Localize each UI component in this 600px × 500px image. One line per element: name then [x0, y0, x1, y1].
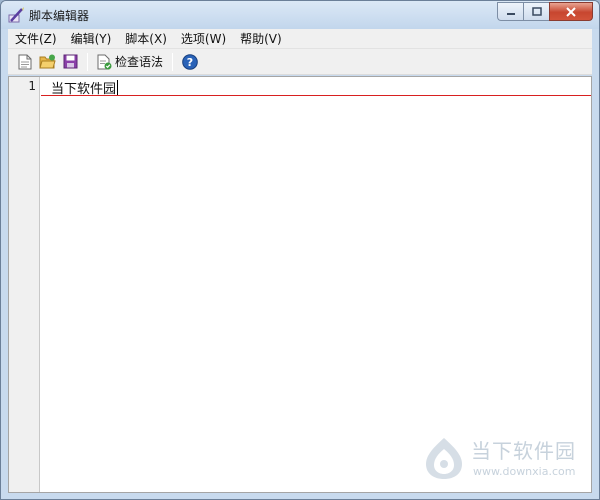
title-bar[interactable]: 脚本编辑器 — [1, 1, 599, 29]
text-caret — [117, 80, 119, 95]
menu-help[interactable]: 帮助(V) — [233, 29, 289, 49]
script-editor[interactable]: 1 当下软件园 — [8, 76, 592, 493]
menu-edit[interactable]: 编辑(Y) — [64, 29, 119, 49]
new-file-icon — [18, 54, 31, 69]
minimize-button[interactable] — [497, 2, 523, 21]
watermark-url: www.downxia.com — [473, 465, 576, 478]
caption-buttons — [497, 2, 593, 21]
code-text-content: 当下软件园 — [51, 82, 117, 97]
menu-script[interactable]: 脚本(X) — [118, 29, 174, 49]
app-pen-icon — [8, 7, 24, 23]
check-syntax-icon — [97, 54, 112, 69]
help-icon: ? — [181, 53, 198, 70]
svg-text:?: ? — [186, 56, 192, 69]
help-button[interactable]: ? — [178, 51, 201, 73]
current-line[interactable]: 当下软件园 — [41, 77, 591, 97]
check-syntax-label: 检查语法 — [115, 55, 164, 69]
menu-file[interactable]: 文件(Z) — [8, 29, 64, 49]
open-file-button[interactable] — [36, 51, 59, 73]
close-icon — [566, 6, 576, 17]
line-number-gutter: 1 — [9, 77, 40, 492]
menu-bar: 文件(Z) 编辑(Y) 脚本(X) 选项(W) 帮助(V) — [8, 29, 592, 49]
open-folder-icon — [39, 54, 56, 69]
watermark-title: 当下软件园 — [471, 439, 576, 463]
save-button[interactable] — [59, 51, 82, 73]
watermark: 当下软件园 www.downxia.com — [421, 433, 596, 485]
line-number: 1 — [28, 79, 36, 93]
maximize-icon — [531, 7, 542, 16]
code-text: 当下软件园 — [51, 78, 119, 97]
window-title: 脚本编辑器 — [29, 9, 90, 23]
minimize-icon — [506, 12, 515, 15]
toolbar: 检查语法 ? — [8, 49, 592, 75]
close-button[interactable] — [549, 2, 593, 21]
toolbar-separator — [172, 52, 174, 71]
save-icon — [63, 54, 78, 69]
watermark-logo-icon — [426, 438, 462, 479]
menu-options[interactable]: 选项(W) — [174, 29, 233, 49]
maximize-button[interactable] — [523, 2, 549, 21]
new-file-button[interactable] — [13, 51, 36, 73]
check-syntax-button[interactable]: 检查语法 — [93, 51, 167, 73]
toolbar-separator — [87, 52, 88, 71]
app-window: 脚本编辑器 文件(Z) 编辑(Y) 脚本(X) 选项(W) 帮助(V) 检查语法… — [0, 0, 600, 500]
